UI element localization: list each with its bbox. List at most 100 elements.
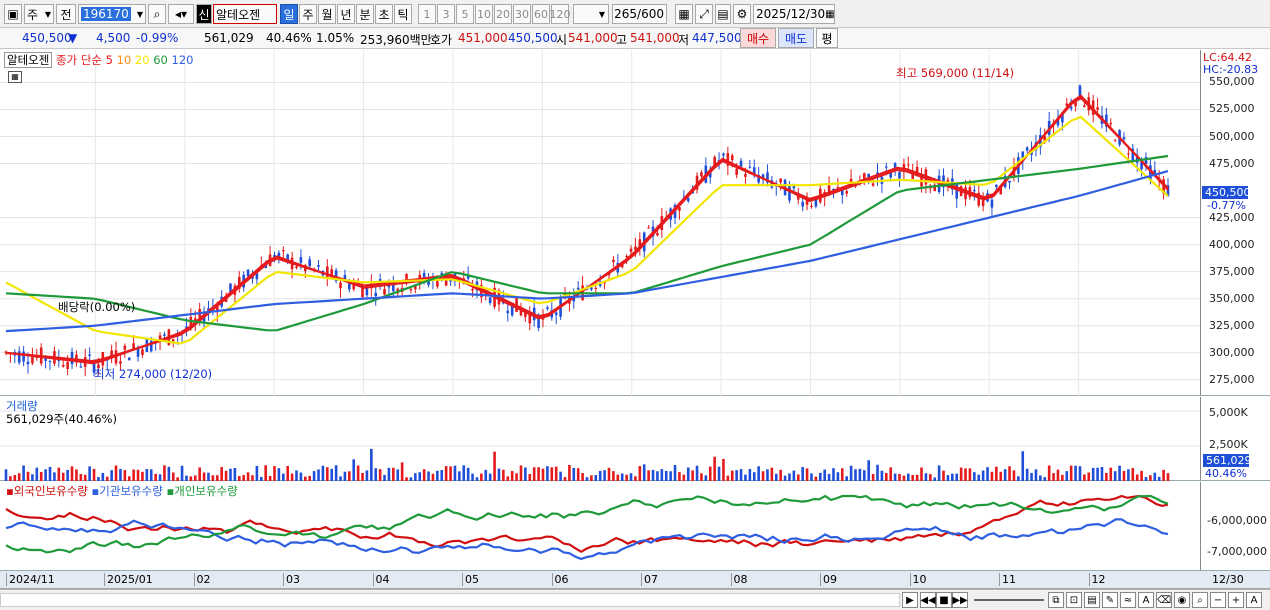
volume-bar [488,473,492,481]
volume-bar [326,467,329,481]
camera-icon[interactable]: ◉ [1174,592,1190,608]
draw-icon[interactable]: ✎ [1102,592,1118,608]
volume-bar [946,475,950,481]
volume-bar [907,473,910,481]
count-field[interactable]: 265/600 [612,4,667,24]
volume-bar [664,470,668,481]
volume-chart-svg [0,410,1200,481]
volume-bar [673,465,677,481]
eraser-icon[interactable]: ⌫ [1156,592,1172,608]
volume-bar [83,474,87,481]
period-tab-1[interactable]: 주 [299,4,317,24]
buy-button[interactable]: 매수 [740,28,776,48]
volume-bar [70,466,74,481]
volume-bar [154,473,157,481]
table-icon[interactable]: ▦ [8,71,22,83]
volume-bar [57,467,61,481]
scrollbar-track[interactable] [0,593,900,607]
font-size-icon[interactable]: A [1246,592,1262,608]
speaker-icon[interactable]: ◂▾ [168,4,194,24]
interval-button-60[interactable]: 60 [532,4,550,24]
stock-code-input[interactable]: 196170 ▼ [78,4,146,24]
gear-icon[interactable]: ⚙ [733,4,751,24]
eval-button[interactable]: 평 [816,28,838,48]
save-icon[interactable]: ▤ [715,4,731,24]
pattern-icon[interactable]: ≈ [1120,592,1136,608]
period-tab-6[interactable]: 틱 [394,4,412,24]
candle-body [700,172,703,177]
volume-bar [378,469,382,481]
volume-bar [964,468,967,481]
interval-button-1[interactable]: 1 [418,4,436,24]
volume-bar [933,477,937,481]
minus-icon[interactable]: − [1210,592,1226,608]
current-pct-tag: -0.77% [1207,199,1246,212]
price-tick-7: 350,000 [1209,291,1255,305]
volume-bar [149,469,153,481]
scope-button[interactable]: 전 [56,4,76,24]
interval-button-3[interactable]: 3 [437,4,455,24]
zoom-slider[interactable] [974,599,1044,601]
interval-button-10[interactable]: 10 [475,4,493,24]
volume-bar [110,470,113,481]
play-icon[interactable]: ▶ [902,592,918,608]
forward-icon[interactable]: ▶▶ [952,592,968,608]
price-pane[interactable]: 알테오젠 종가 단순 5 10 20 60 120 ▦ 최고 569,000 (… [0,50,1200,396]
compare-icon[interactable]: ⊡ [1066,592,1082,608]
volume-pane[interactable]: 거래량 561,029주(40.46%) [0,397,1200,481]
period-tab-3[interactable]: 년 [337,4,355,24]
interval-button-20[interactable]: 20 [494,4,512,24]
interval-button-30[interactable]: 30 [513,4,531,24]
period-tab-2[interactable]: 월 [318,4,336,24]
chart-type-icon[interactable]: ⤢ [695,4,713,24]
chevron-down-icon: ▼ [44,9,51,19]
volume-bar [132,469,135,481]
market-select[interactable]: 주 ▼ [24,4,54,24]
text-icon[interactable]: A [1138,592,1154,608]
volume-bar [383,474,386,481]
holding-pane[interactable]: ▪외국인보유수량 ▪기관보유수량 ▪개인보유수량 [0,482,1200,571]
volume-bar [1039,475,1042,481]
search-icon[interactable]: ⌕ [148,4,166,24]
chevron-down-icon: ▼ [598,9,606,19]
price-axis: LC:64.42 HC:-20.83 550,000 525,000 500,000… [1200,50,1270,396]
volume-bar [334,465,338,481]
layout-icon[interactable]: ▣ [4,4,22,24]
grid-icon[interactable]: ▤ [1084,592,1100,608]
stop-icon[interactable]: ■ [936,592,952,608]
sell-button[interactable]: 매도 [778,28,814,48]
interval-button-5[interactable]: 5 [456,4,474,24]
volume-bar [39,471,43,481]
plus-icon[interactable]: + [1228,592,1244,608]
volume-bar [312,471,316,481]
volume-bar [854,469,857,481]
date-value: 2025/12/30 [756,7,826,21]
candle-body [141,349,144,355]
period-tab-0[interactable]: 일 [280,4,298,24]
indicator-icon[interactable]: ▦ [675,4,693,24]
volume-tag: 561,029 [1203,454,1252,467]
rewind-icon[interactable]: ◀◀ [920,592,936,608]
interval-custom-select[interactable]: ▼ [573,4,609,24]
volume-bar [392,467,395,481]
volume-bar [259,476,263,481]
company-name[interactable]: 알테오젠 [213,4,277,24]
period-tab-5[interactable]: 초 [375,4,393,24]
x-axis-label-6: 06 [551,573,569,586]
volume-bar [299,472,303,481]
candle-body [317,265,320,267]
candle-body [61,365,65,367]
interval-button-120[interactable]: 120 [550,4,571,24]
candle-body [374,292,378,297]
volume-bar [79,473,83,481]
price-tick-0: 550,000 [1209,75,1255,89]
period-tab-4[interactable]: 분 [356,4,374,24]
volume-bar [1166,473,1170,481]
volume-bar [823,469,826,481]
date-field[interactable]: 2025/12/30 ▦ [753,4,835,24]
magnifier-icon[interactable]: ⌕ [1192,592,1208,608]
x-axis-label-0: 2024/11 [6,573,55,586]
volume-bar [396,469,400,481]
overlay-icon[interactable]: ⧉ [1048,592,1064,608]
volume-bar [215,475,219,481]
